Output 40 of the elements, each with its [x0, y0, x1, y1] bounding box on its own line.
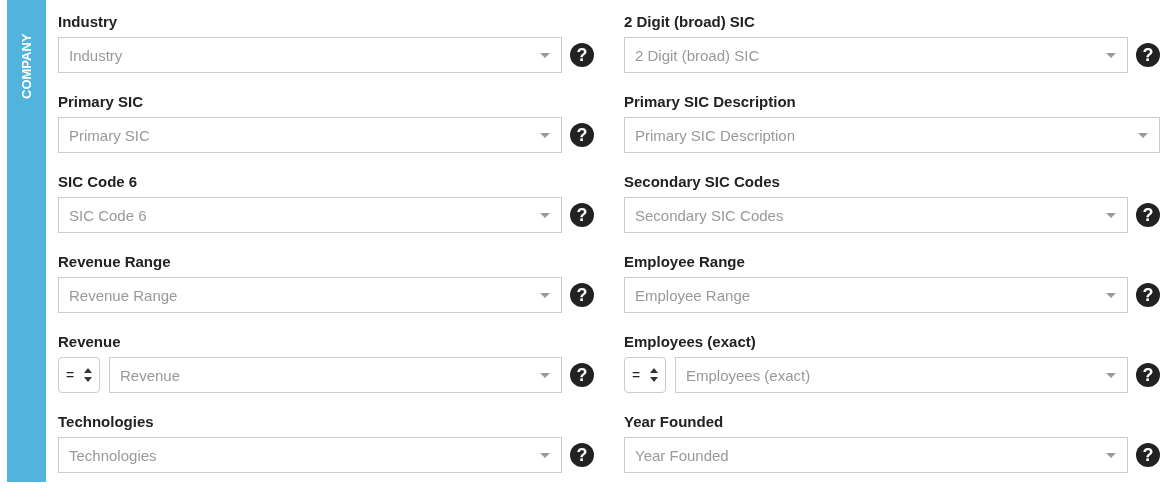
- field-label: 2 Digit (broad) SIC: [624, 13, 756, 31]
- caret-icon: [540, 292, 550, 298]
- help-icon[interactable]: ?: [1136, 443, 1160, 467]
- help-icon[interactable]: ?: [1136, 43, 1160, 67]
- help-icon[interactable]: ?: [570, 363, 594, 387]
- caret-icon: [540, 212, 550, 218]
- field-label: Revenue: [58, 333, 122, 351]
- caret-icon: [1106, 292, 1116, 298]
- help-icon[interactable]: ?: [570, 283, 594, 307]
- help-icon[interactable]: ?: [570, 123, 594, 147]
- caret-icon: [1106, 52, 1116, 58]
- help-icon[interactable]: ?: [570, 203, 594, 227]
- caret-icon: [540, 132, 550, 138]
- field-label: Industry: [58, 13, 119, 31]
- field-label: Employee Range: [624, 253, 746, 271]
- help-icon[interactable]: ?: [1136, 283, 1160, 307]
- field-label: Revenue Range: [58, 253, 172, 271]
- caret-icon: [1106, 372, 1116, 378]
- field-label: Year Founded: [624, 413, 725, 431]
- operator-select[interactable]: =: [58, 357, 100, 393]
- caret-icon: [1106, 212, 1116, 218]
- caret-icon: [1106, 452, 1116, 458]
- field-label: Primary SIC: [58, 93, 145, 111]
- operator-select[interactable]: =: [624, 357, 666, 393]
- help-icon[interactable]: ?: [1136, 203, 1160, 227]
- field-label: Technologies: [58, 413, 155, 431]
- caret-icon: [540, 372, 550, 378]
- help-icon[interactable]: ?: [570, 443, 594, 467]
- caret-icon: [1138, 132, 1148, 138]
- spinner-icon: [650, 368, 658, 382]
- help-icon[interactable]: ?: [1136, 363, 1160, 387]
- field-label: SIC Code 6: [58, 173, 139, 191]
- field-label: Primary SIC Description: [624, 93, 797, 111]
- caret-icon: [540, 452, 550, 458]
- field-label: Employees (exact): [624, 333, 757, 351]
- help-icon[interactable]: ?: [570, 43, 594, 67]
- field-label: Secondary SIC Codes: [624, 173, 781, 191]
- caret-icon: [540, 52, 550, 58]
- section-title: COMPANY: [19, 32, 34, 99]
- spinner-icon: [84, 368, 92, 382]
